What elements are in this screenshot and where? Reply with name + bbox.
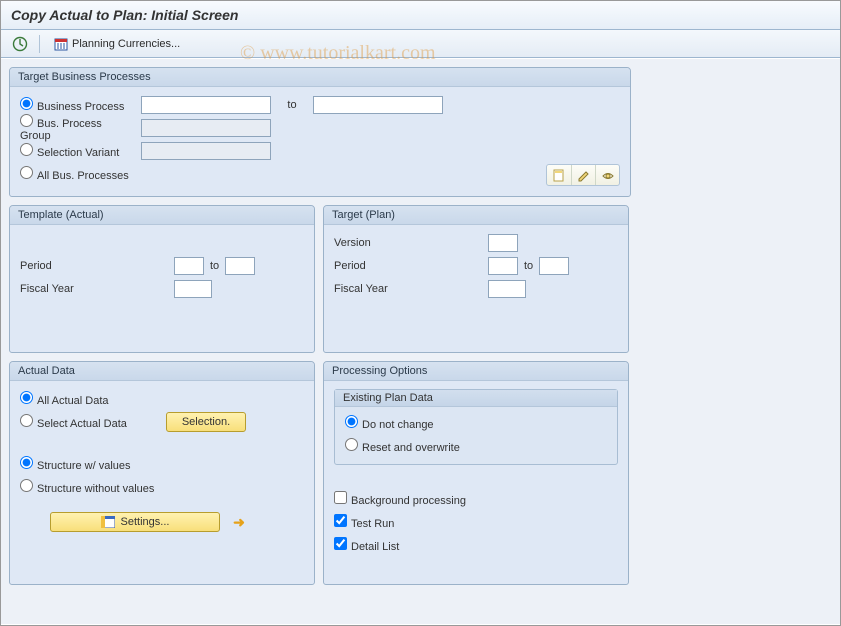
group-title: Template (Actual): [10, 206, 314, 225]
fiscal-year-label: Fiscal Year: [20, 283, 110, 295]
planning-currencies-label: Planning Currencies...: [72, 38, 180, 50]
template-period-to-input[interactable]: [225, 257, 255, 275]
group-template-actual: Template (Actual) Period to Fiscal Year: [9, 205, 315, 353]
target-fiscal-year-input[interactable]: [488, 280, 526, 298]
radio-selection-variant[interactable]: Selection Variant: [20, 143, 135, 159]
selection-variant-input: [141, 142, 271, 160]
business-process-to-input[interactable]: [313, 96, 443, 114]
target-period-to-input[interactable]: [539, 257, 569, 275]
template-period-from-input[interactable]: [174, 257, 204, 275]
group-existing-plan-data: Existing Plan Data Do not change Reset a…: [334, 389, 618, 465]
radio-do-not-change[interactable]: Do not change: [345, 415, 434, 431]
template-fiscal-year-input[interactable]: [174, 280, 212, 298]
group-title: Target (Plan): [324, 206, 628, 225]
group-actual-data: Actual Data All Actual Data Select Actua…: [9, 361, 315, 585]
version-label: Version: [334, 237, 424, 249]
group-title: Processing Options: [324, 362, 628, 381]
radio-all-actual-data[interactable]: All Actual Data: [20, 391, 109, 407]
checkbox-background-processing[interactable]: Background processing: [334, 491, 466, 507]
group-target-plan: Target (Plan) Version Period to: [323, 205, 629, 353]
radio-bp-group[interactable]: Bus. Process Group: [20, 114, 135, 142]
radio-all-bp[interactable]: All Bus. Processes: [20, 166, 135, 182]
target-version-input[interactable]: [488, 234, 518, 252]
display-icon[interactable]: [595, 165, 619, 185]
change-icon[interactable]: [571, 165, 595, 185]
target-period-from-input[interactable]: [488, 257, 518, 275]
create-icon[interactable]: [547, 165, 571, 185]
settings-button-label: Settings...: [121, 516, 170, 528]
planning-currencies-button[interactable]: Planning Currencies...: [48, 34, 186, 54]
radio-business-process[interactable]: Business Process: [20, 97, 135, 113]
table-icon: [101, 516, 115, 528]
group-title: Actual Data: [10, 362, 314, 381]
group-title: Existing Plan Data: [335, 390, 617, 407]
radio-reset-overwrite[interactable]: Reset and overwrite: [345, 438, 460, 454]
checkbox-detail-list[interactable]: Detail List: [334, 537, 399, 553]
content-area: Target Business Processes Business Proce…: [1, 58, 840, 624]
group-processing-options: Processing Options Existing Plan Data Do…: [323, 361, 629, 585]
period-label: Period: [20, 260, 110, 272]
settings-button[interactable]: Settings...: [50, 512, 220, 532]
group-target-business-processes: Target Business Processes Business Proce…: [9, 67, 631, 197]
arrow-right-icon[interactable]: ➜: [230, 514, 248, 531]
business-process-from-input[interactable]: [141, 96, 271, 114]
variant-icon-strip: [546, 164, 620, 186]
radio-structure-with-values[interactable]: Structure w/ values: [20, 456, 131, 472]
checkbox-test-run[interactable]: Test Run: [334, 514, 394, 530]
fiscal-year-label: Fiscal Year: [334, 283, 424, 295]
bp-group-input: [141, 119, 271, 137]
radio-structure-without-values[interactable]: Structure without values: [20, 479, 154, 495]
to-label: to: [210, 260, 219, 272]
radio-select-actual-data[interactable]: Select Actual Data: [20, 414, 160, 430]
group-title: Target Business Processes: [10, 68, 630, 87]
app-toolbar: Planning Currencies...: [1, 30, 840, 58]
to-label: to: [524, 260, 533, 272]
execute-icon[interactable]: [9, 34, 31, 54]
calendar-icon: [54, 37, 68, 51]
selection-button[interactable]: Selection.: [166, 412, 246, 432]
to-label: to: [277, 99, 307, 111]
period-label: Period: [334, 260, 424, 272]
page-title: Copy Actual to Plan: Initial Screen: [1, 1, 840, 30]
